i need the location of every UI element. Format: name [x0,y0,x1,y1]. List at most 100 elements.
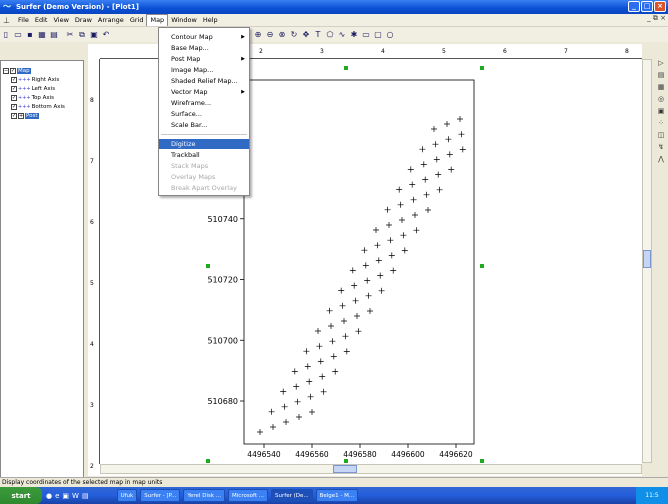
polyline-icon[interactable]: ∿ [336,29,348,41]
menu-draw[interactable]: Draw [72,15,95,26]
visibility-checkbox[interactable]: ✓ [11,95,17,101]
task-microsoft[interactable]: Microsoft ... [228,489,269,502]
word-icon[interactable]: W [72,492,79,500]
post-symbol [316,343,323,350]
menu-help[interactable]: Help [200,15,221,26]
menu-item-digitize[interactable]: Digitize [159,139,249,149]
tree-item-left-axis[interactable]: ✓ +++ Left Axis [11,85,55,93]
start-button[interactable]: start [0,487,42,504]
object-manager-tree[interactable]: − ✓ Map ✓ +++ Right Axis ✓ +++ Left Axis… [0,60,84,480]
grid-icon[interactable]: ▦ [36,29,48,41]
select-tool-icon[interactable]: ▷ [654,59,668,71]
menu-view[interactable]: View [50,15,71,26]
menu-item-label: Wireframe... [171,99,212,107]
explorer-icon[interactable]: ▣ [62,492,69,500]
contour-icon[interactable]: ◎ [654,95,668,107]
task-local-disk[interactable]: Yerel Disk ... [183,489,226,502]
undo-icon[interactable]: ↶ [100,29,112,41]
visibility-checkbox[interactable]: ✓ [11,86,17,92]
new-icon[interactable]: ▯ [0,29,12,41]
y-tick-label: 510720 [207,276,238,285]
horizontal-scroll-thumb[interactable] [333,465,357,473]
vertical-scrollbar[interactable] [642,59,652,463]
horizontal-scrollbar[interactable] [100,464,642,474]
zoom-in-icon[interactable]: ⊕ [252,29,264,41]
wireframe-icon[interactable]: ⋀ [654,155,668,167]
tree-label-top-axis: Top Axis [31,95,55,101]
menu-item-label: Shaded Relief Map... [171,77,238,85]
paste-icon[interactable]: ▣ [88,29,100,41]
menu-item-trackball[interactable]: Trackball [159,150,249,160]
mdi-window-controls[interactable]: _ ⧉ × [647,14,666,23]
rotate-icon[interactable]: ↻ [288,29,300,41]
open-icon[interactable]: ▭ [12,29,24,41]
minimize-button[interactable]: _ [628,1,640,12]
close-button[interactable]: × [654,1,666,12]
ie-icon[interactable]: e [55,492,59,500]
menu-item-scale-bar[interactable]: Scale Bar... [159,120,249,130]
tree-item-map[interactable]: − ✓ Map [3,67,31,75]
post-icon[interactable]: ⁘ [654,119,668,131]
desktop-icon[interactable]: ▤ [82,492,89,500]
map-frame [243,79,475,445]
menu-edit[interactable]: Edit [32,15,51,26]
map-icon[interactable]: ▦ [654,83,668,95]
visibility-checkbox[interactable]: ✓ [11,104,17,110]
menu-item-shaded-relief-map[interactable]: Shaded Relief Map... [159,76,249,86]
menu-item-base-map[interactable]: Base Map... [159,43,249,53]
post-symbol [407,166,414,173]
menu-item-vector-map[interactable]: Vector Map ▶ [159,87,249,97]
rectangle-icon[interactable]: ▭ [360,29,372,41]
menu-map[interactable]: Map [146,14,169,26]
menu-item-contour-map[interactable]: Contour Map ▶ [159,32,249,42]
text-icon[interactable]: T [312,29,324,41]
zoom-out-icon[interactable]: ⊖ [264,29,276,41]
tree-item-top-axis[interactable]: ✓ +++ Top Axis [11,94,54,102]
print-icon[interactable]: ▤ [48,29,60,41]
menu-file[interactable]: File [15,15,32,26]
copy-icon[interactable]: ⧉ [76,29,88,41]
visibility-checkbox[interactable]: ✓ [11,77,17,83]
rounded-rect-icon[interactable]: ▢ [372,29,384,41]
menu-item-post-map[interactable]: Post Map ▶ [159,54,249,64]
window-titlebar[interactable]: 〜 Surfer (Demo Version) - [Plot1] _ □ × [0,0,668,14]
base-map-icon[interactable]: ▣ [654,107,668,119]
maximize-button[interactable]: □ [641,1,653,12]
menu-window[interactable]: Window [168,15,200,26]
menu-item-label: Overlay Maps [171,173,216,181]
tree-item-bottom-axis[interactable]: ✓ +++ Bottom Axis [11,103,65,111]
menu-grid[interactable]: Grid [127,15,147,26]
layers-icon[interactable]: ▤ [654,71,668,83]
firefox-icon[interactable]: ● [46,492,52,500]
zoom-rect-icon[interactable]: ⊗ [276,29,288,41]
post-symbol [332,368,339,375]
menu-arrange[interactable]: Arrange [95,15,127,26]
menu-item-image-map[interactable]: Image Map... [159,65,249,75]
menu-item-label: Vector Map [171,88,208,96]
task-ufuk[interactable]: Ufuk [116,489,138,502]
ruler-number: 6 [90,219,94,226]
menu-item-wireframe[interactable]: Wireframe... [159,98,249,108]
image-icon[interactable]: ◫ [654,131,668,143]
cut-icon[interactable]: ✂ [64,29,76,41]
ellipse-icon[interactable]: ○ [384,29,396,41]
visibility-checkbox[interactable]: ✓ [10,68,16,74]
menu-separator [161,134,247,135]
menu-item-surface[interactable]: Surface... [159,109,249,119]
task-surfer-demo[interactable]: Surfer (De... [271,489,313,502]
polygon-icon[interactable]: ⬠ [324,29,336,41]
vector-icon[interactable]: ↯ [654,143,668,155]
expand-icon[interactable]: − [3,68,9,74]
visibility-checkbox[interactable]: ✓ [11,113,17,119]
x-tick-label: 4496540 [247,450,281,459]
document-icon[interactable]: ⊥ [3,16,15,25]
tree-item-post[interactable]: ✓ + Post [11,112,39,120]
post-symbol [378,287,385,294]
save-icon[interactable]: ▪ [24,29,36,41]
pan-icon[interactable]: ✥ [300,29,312,41]
vertical-scroll-thumb[interactable] [643,250,651,268]
tree-item-right-axis[interactable]: ✓ +++ Right Axis [11,76,59,84]
task-belge[interactable]: Belge1 - M... [315,489,359,502]
symbol-icon[interactable]: ✱ [348,29,360,41]
task-surfer-plot[interactable]: Surfer - [P... [140,489,181,502]
